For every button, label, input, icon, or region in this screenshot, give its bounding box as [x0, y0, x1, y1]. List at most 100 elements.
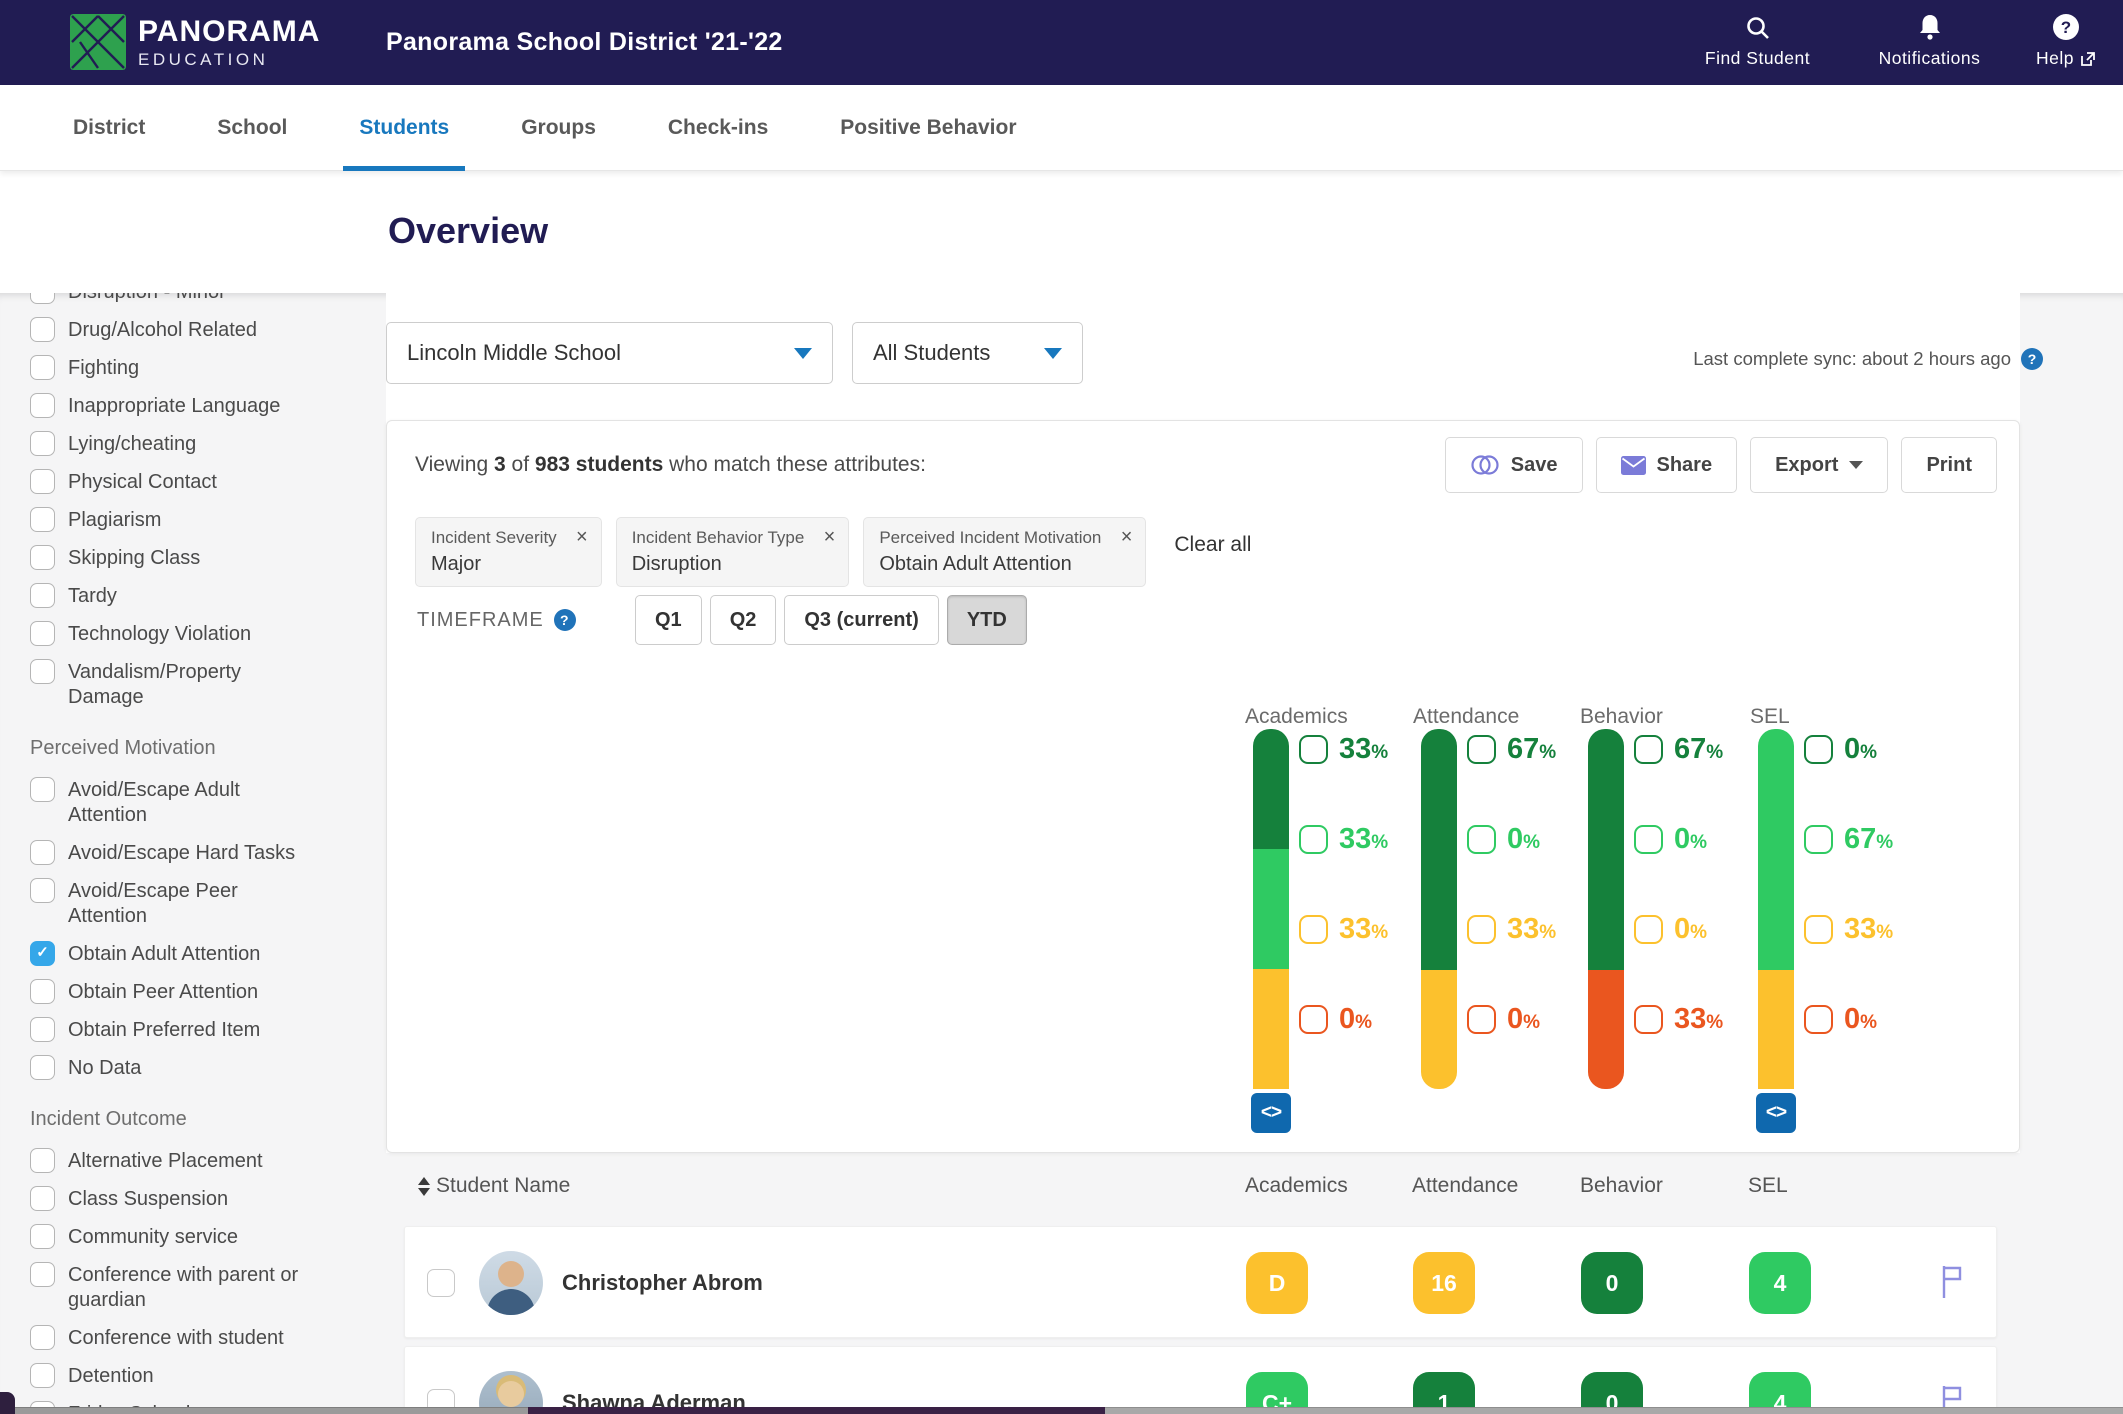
percent-checkbox[interactable] — [1299, 735, 1328, 764]
percent-checkbox[interactable] — [1467, 915, 1496, 944]
checkbox[interactable] — [30, 1148, 55, 1173]
checkbox[interactable] — [30, 878, 55, 903]
panorama-logo[interactable]: PANORAMA EDUCATION — [70, 14, 320, 70]
percent-checkbox[interactable] — [1634, 735, 1663, 764]
save-button[interactable]: Save — [1445, 437, 1583, 493]
chip-close-icon[interactable]: × — [1121, 526, 1133, 549]
percent-checkbox[interactable] — [1299, 1005, 1328, 1034]
filter-option-no-data[interactable]: No Data — [30, 1055, 366, 1081]
row-checkbox[interactable] — [427, 1269, 455, 1297]
percent-checkbox[interactable] — [1804, 1005, 1833, 1034]
chip-close-icon[interactable]: × — [824, 526, 836, 549]
checkbox[interactable] — [30, 979, 55, 1004]
checkbox[interactable] — [30, 431, 55, 456]
percent-checkbox[interactable] — [1299, 825, 1328, 854]
filter-option-conference-with-parent-or-guardian[interactable]: Conference with parent or guardian — [30, 1262, 366, 1313]
checkbox[interactable] — [30, 317, 55, 342]
filter-option-avoid-escape-peer-attention[interactable]: Avoid/Escape Peer Attention — [30, 878, 366, 929]
percent-checkbox[interactable] — [1467, 1005, 1496, 1034]
checkbox[interactable] — [30, 621, 55, 646]
percent-checkbox[interactable] — [1299, 915, 1328, 944]
checkbox[interactable] — [30, 1325, 55, 1350]
timeframe-ytd[interactable]: YTD — [947, 595, 1027, 645]
filter-option-drug-alcohol-related[interactable]: Drug/Alcohol Related — [30, 317, 366, 343]
filter-option-alternative-placement[interactable]: Alternative Placement — [30, 1148, 366, 1174]
scrollbar-track[interactable] — [1105, 1407, 2123, 1414]
filter-option-plagiarism[interactable]: Plagiarism — [30, 507, 366, 533]
column-header-behavior[interactable]: Behavior — [1580, 1174, 1663, 1198]
filter-option-conference-with-student[interactable]: Conference with student — [30, 1325, 366, 1351]
checkbox[interactable] — [30, 355, 55, 380]
timeframe-q2[interactable]: Q2 — [710, 595, 777, 645]
score-badge-attendance[interactable]: 16 — [1413, 1252, 1475, 1314]
code-toggle-icon[interactable]: <> — [1251, 1093, 1291, 1133]
filter-option-obtain-preferred-item[interactable]: Obtain Preferred Item — [30, 1017, 366, 1043]
percent-checkbox[interactable] — [1467, 825, 1496, 854]
filter-option-lying-cheating[interactable]: Lying/cheating — [30, 431, 366, 457]
population-select[interactable]: All Students — [852, 322, 1083, 384]
checkbox[interactable] — [30, 659, 55, 684]
horizontal-scrollbar[interactable] — [0, 1407, 2123, 1414]
school-select[interactable]: Lincoln Middle School — [386, 322, 833, 384]
flag-icon[interactable] — [1939, 1263, 1965, 1306]
percent-checkbox[interactable] — [1467, 735, 1496, 764]
filter-option-disruption-minor[interactable]: Disruption - Minor — [30, 293, 366, 305]
percent-checkbox[interactable] — [1634, 1005, 1663, 1034]
filter-option-skipping-class[interactable]: Skipping Class — [30, 545, 366, 571]
tab-school[interactable]: School — [201, 85, 303, 170]
filter-option-obtain-peer-attention[interactable]: Obtain Peer Attention — [30, 979, 366, 1005]
filter-option-avoid-escape-hard-tasks[interactable]: Avoid/Escape Hard Tasks — [30, 840, 366, 866]
find-student-button[interactable]: Find Student — [1690, 14, 1825, 69]
filter-option-detention[interactable]: Detention — [30, 1363, 366, 1389]
filter-option-fighting[interactable]: Fighting — [30, 355, 366, 381]
checkbox[interactable] — [30, 1224, 55, 1249]
filter-option-obtain-adult-attention[interactable]: ✓Obtain Adult Attention — [30, 941, 366, 967]
share-button[interactable]: Share — [1596, 437, 1738, 493]
checkbox[interactable] — [30, 469, 55, 494]
print-button[interactable]: Print — [1901, 437, 1997, 493]
checkbox[interactable] — [30, 777, 55, 802]
tab-check-ins[interactable]: Check-ins — [652, 85, 784, 170]
filter-option-technology-violation[interactable]: Technology Violation — [30, 621, 366, 647]
filter-option-community-service[interactable]: Community service — [30, 1224, 366, 1250]
tab-students[interactable]: Students — [343, 85, 465, 170]
chip-close-icon[interactable]: × — [576, 526, 588, 549]
checkbox[interactable] — [30, 1363, 55, 1388]
filter-option-vandalism-property-damage[interactable]: Vandalism/Property Damage — [30, 659, 366, 710]
checkbox[interactable] — [30, 1262, 55, 1287]
tab-district[interactable]: District — [57, 85, 161, 170]
percent-checkbox[interactable] — [1804, 735, 1833, 764]
checkbox[interactable]: ✓ — [30, 941, 55, 966]
clear-all-button[interactable]: Clear all — [1174, 533, 1251, 557]
export-button[interactable]: Export — [1750, 437, 1888, 493]
column-header-sel[interactable]: SEL — [1748, 1174, 1788, 1198]
sync-help-icon[interactable]: ? — [2021, 348, 2043, 370]
table-row-shawna-aderman[interactable]: Shawna AdermanC+104 — [404, 1346, 1997, 1414]
column-header-attendance[interactable]: Attendance — [1412, 1174, 1518, 1198]
checkbox[interactable] — [30, 393, 55, 418]
percent-checkbox[interactable] — [1634, 915, 1663, 944]
checkbox[interactable] — [30, 545, 55, 570]
filter-option-tardy[interactable]: Tardy — [30, 583, 366, 609]
tab-groups[interactable]: Groups — [505, 85, 612, 170]
student-name[interactable]: Shawna Aderman — [562, 1347, 746, 1414]
checkbox[interactable] — [30, 507, 55, 532]
score-badge-sel[interactable]: 4 — [1749, 1252, 1811, 1314]
filter-option-avoid-escape-adult-attention[interactable]: Avoid/Escape Adult Attention — [30, 777, 366, 828]
checkbox[interactable] — [30, 1055, 55, 1080]
score-badge-behavior[interactable]: 0 — [1581, 1252, 1643, 1314]
student-name[interactable]: Christopher Abrom — [562, 1227, 763, 1339]
scrollbar-thumb[interactable] — [15, 1407, 528, 1414]
score-badge-academics[interactable]: D — [1246, 1252, 1308, 1314]
filter-option-class-suspension[interactable]: Class Suspension — [30, 1186, 366, 1212]
filter-option-inappropriate-language[interactable]: Inappropriate Language — [30, 393, 366, 419]
tab-positive-behavior[interactable]: Positive Behavior — [824, 85, 1032, 170]
checkbox[interactable] — [30, 840, 55, 865]
percent-checkbox[interactable] — [1804, 825, 1833, 854]
filter-option-physical-contact[interactable]: Physical Contact — [30, 469, 366, 495]
checkbox[interactable] — [30, 583, 55, 608]
column-header-student-name[interactable]: Student Name — [418, 1174, 570, 1198]
help-button[interactable]: ? Help — [2018, 14, 2114, 69]
checkbox[interactable] — [30, 293, 55, 304]
notifications-button[interactable]: Notifications — [1862, 14, 1997, 69]
